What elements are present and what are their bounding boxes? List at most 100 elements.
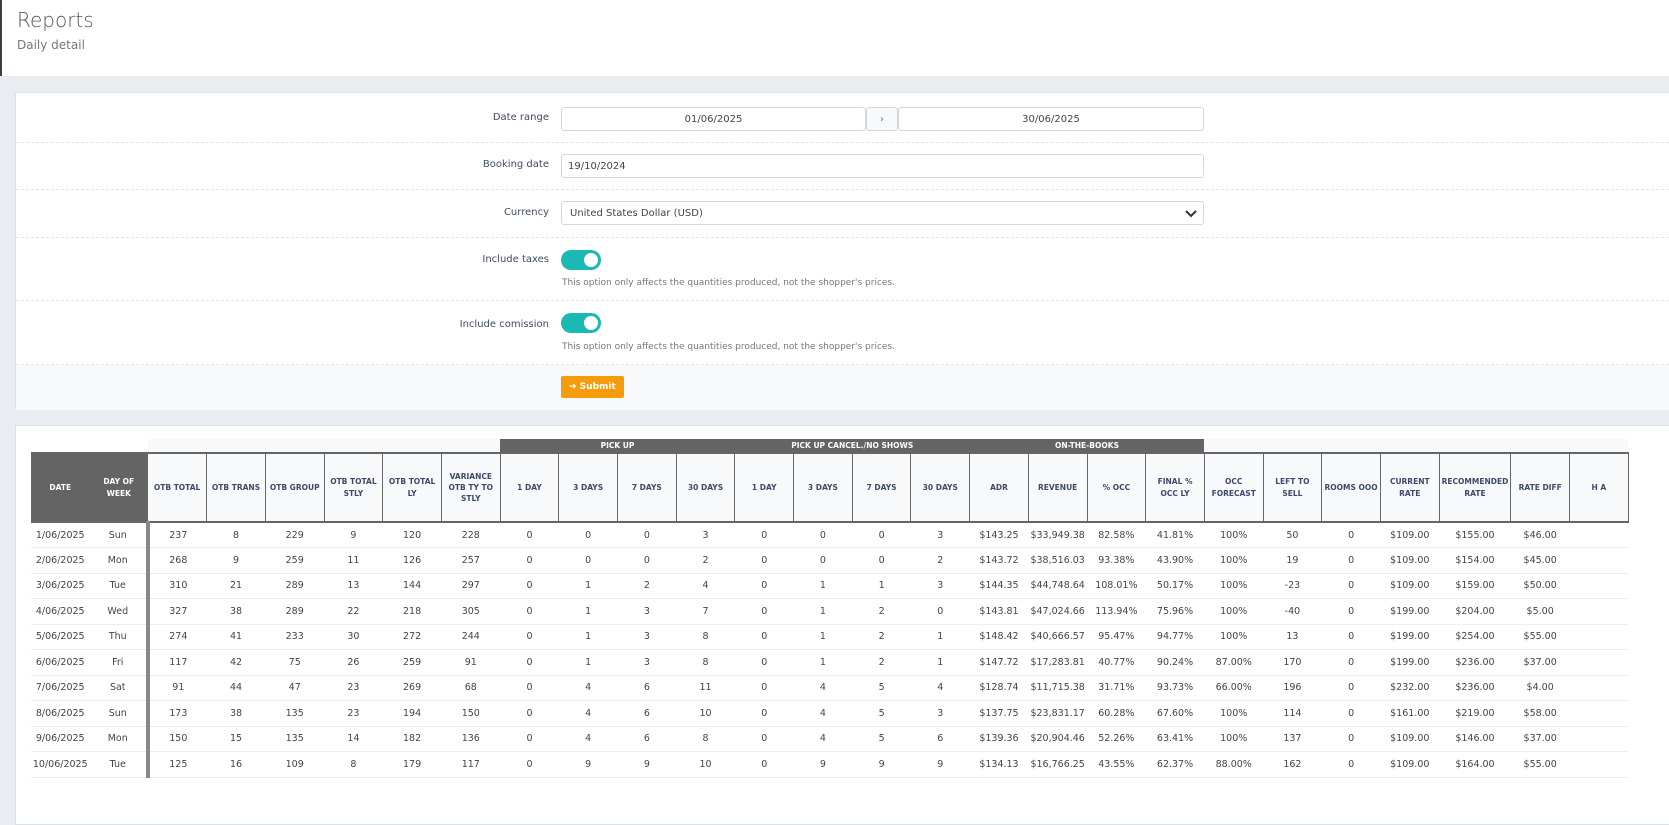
table-cell: 2 (852, 598, 911, 625)
table-cell: 11 (324, 547, 383, 574)
table-cell: 4 (910, 675, 970, 701)
table-cell: Wed (89, 598, 150, 625)
table-cell: 125 (148, 751, 207, 778)
table-cell: 0 (852, 547, 911, 574)
table-cell: 6 (617, 700, 677, 727)
column-header[interactable]: OTB TRANS (206, 452, 266, 523)
date-to-input[interactable]: 30/06/2025 (898, 107, 1204, 131)
table-cell: 21 (206, 573, 266, 599)
column-header[interactable]: RATE DIFF (1510, 452, 1570, 523)
table-cell: 1 (793, 573, 853, 599)
column-header[interactable]: OTB TOTAL LY (382, 452, 442, 523)
column-header[interactable]: DAY OF WEEK (89, 452, 148, 523)
table-row: 3/06/2025 Tue 310 21 289 13 144 297 0 1 2 4 0 1 1 3 $144… (31, 573, 1629, 599)
column-header[interactable]: DATE (31, 452, 90, 523)
table-cell: Sun (89, 522, 150, 548)
table-cell: 170 (1263, 649, 1322, 676)
table-cell: 0 (734, 598, 794, 625)
table-cell: Mon (89, 726, 150, 752)
table-row: 1/06/2025 Sun 237 8 229 9 120 228 0 0 0 3 0 0 0 3 $143.2… (31, 522, 1629, 548)
column-header[interactable]: LEFT TO SELL (1263, 452, 1323, 523)
table-cell: 0 (1321, 751, 1381, 778)
table-cell: 5 (852, 675, 911, 701)
include-comission-toggle[interactable] (561, 313, 601, 333)
table-cell: 136 (441, 726, 501, 752)
column-header[interactable]: CURRENT RATE (1380, 452, 1440, 523)
table-cell: 0 (734, 675, 794, 701)
column-header[interactable]: 1 DAY (734, 452, 795, 523)
table-cell: 0 (793, 547, 853, 574)
table-cell: 44 (206, 675, 266, 701)
column-header[interactable]: 7 DAYS (617, 452, 677, 523)
column-header[interactable]: OTB GROUP (265, 452, 325, 523)
submit-button[interactable]: ➔ Submit (561, 376, 624, 398)
table-cell: 228 (441, 522, 501, 548)
include-taxes-toggle[interactable] (561, 250, 601, 270)
table-cell: 13 (324, 573, 383, 599)
table-cell: 23 (324, 700, 383, 727)
table-cell: 0 (734, 649, 794, 676)
table-cell: $137.75 (969, 700, 1029, 727)
table-cell: 6 (910, 726, 970, 752)
table-cell: $23,831.17 (1028, 700, 1087, 727)
table-cell: 9 (910, 751, 970, 778)
table-cell: $144.35 (969, 573, 1029, 599)
table-cell: $45.00 (1510, 547, 1570, 574)
table-cell (1569, 598, 1629, 625)
column-header[interactable]: 3 DAYS (793, 452, 853, 523)
column-header[interactable]: VARIANCE OTB TY TO STLY (441, 452, 501, 523)
column-header[interactable]: OCC FORECAST (1204, 452, 1264, 523)
table-cell: 120 (382, 522, 442, 548)
table-cell: 43.90% (1145, 547, 1205, 574)
table-cell: 3 (910, 522, 970, 548)
column-header[interactable]: 30 DAYS (910, 452, 971, 523)
table-cell: 41 (206, 624, 266, 650)
column-header[interactable]: RECOMMENDED RATE (1439, 452, 1512, 523)
table-cell: 1 (793, 598, 853, 625)
table-cell: 0 (910, 598, 970, 625)
table-cell: 0 (500, 675, 559, 701)
table-cell: 41.81% (1145, 522, 1205, 548)
table-cell: $40,666.57 (1028, 624, 1087, 650)
column-header[interactable]: 3 DAYS (558, 452, 618, 523)
table-cell: $164.00 (1439, 751, 1511, 778)
table-cell: 150 (148, 726, 207, 752)
currency-select[interactable]: United States Dollar (USD) (561, 201, 1204, 225)
table-row: 8/06/2025 Sun 173 38 135 23 194 150 0 4 6 10 0 4 5 3 $13… (31, 700, 1629, 727)
table-cell: 8 (324, 751, 383, 778)
booking-date-label: Booking date (482, 159, 549, 170)
table-cell: 5 (852, 726, 911, 752)
report-filter-form: Date range 01/06/2025 › 30/06/2025 Booki… (15, 92, 1669, 410)
column-header[interactable]: OTB TOTAL STLY (324, 452, 384, 523)
table-cell: -40 (1263, 598, 1322, 625)
column-header[interactable]: REVENUE (1028, 452, 1088, 523)
column-header[interactable]: % OCC (1087, 452, 1147, 523)
daily-detail-table-card: PICK UP PICK UP CANCEL./NO SHOWS ON-THE-BO… (15, 425, 1669, 825)
column-header[interactable]: 7 DAYS (852, 452, 912, 523)
table-cell: 117 (148, 649, 207, 676)
column-header[interactable]: H A (1569, 452, 1629, 523)
table-cell: 10 (676, 751, 735, 778)
column-header[interactable]: OTB TOTAL (148, 452, 208, 523)
submit-bar: ➔ Submit (16, 365, 1669, 410)
table-cell: 3 (910, 700, 970, 727)
page-header: Reports Daily detail (0, 0, 1669, 76)
column-header[interactable]: FINAL % OCC LY (1145, 452, 1205, 523)
table-cell (1569, 522, 1629, 548)
date-from-input[interactable]: 01/06/2025 (561, 107, 866, 131)
table-cell: $143.81 (969, 598, 1029, 625)
table-cell: 14 (324, 726, 383, 752)
table-cell: 0 (1321, 624, 1381, 650)
column-header[interactable]: ROOMS OOO (1321, 452, 1381, 523)
table-cell: 1 (910, 624, 970, 650)
include-taxes-row: Include taxes This option only affects t… (16, 238, 1669, 301)
table-cell: 194 (382, 700, 442, 727)
column-header[interactable]: 30 DAYS (676, 452, 736, 523)
table-cell: 2/06/2025 (31, 547, 90, 574)
table-cell: 259 (265, 547, 325, 574)
table-cell: 173 (148, 700, 207, 727)
booking-date-input[interactable]: 19/10/2024 (561, 154, 1204, 178)
column-header[interactable]: 1 DAY (500, 452, 560, 523)
column-header[interactable]: ADR (969, 452, 1029, 523)
table-cell: $199.00 (1380, 649, 1440, 676)
